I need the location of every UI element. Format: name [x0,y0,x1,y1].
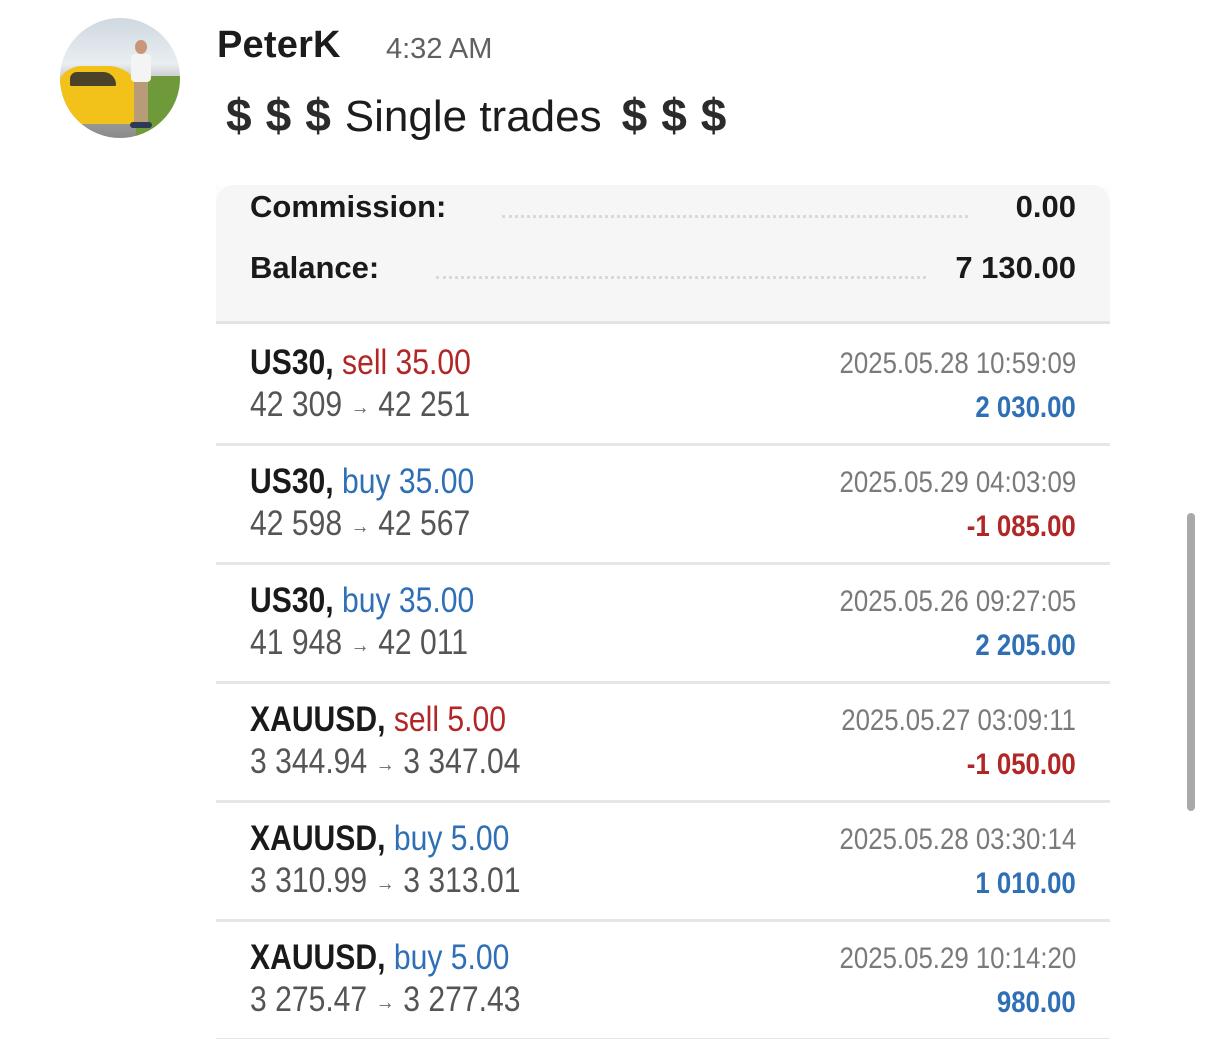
message-text: $ $ $ Single trades $ $ $ [226,88,726,142]
trade-open-price: 3 344.94 [250,742,368,781]
trade-row: XAUUSD, buy 5.00 3 310.99 → 3 313.01 2025.… [216,803,1110,922]
trade-side: buy 35.00 [342,581,475,620]
dollar-icon: $ [305,89,331,141]
account-summary: Commission: 0.00 Balance: 7 130.00 [216,185,1110,324]
trade-side: buy 5.00 [393,938,510,977]
balance-row: Balance: 7 130.00 [250,250,1076,290]
trade-row: XAUUSD, sell 5.00 3 344.94 → 3 347.04 2025… [216,684,1110,803]
trade-datetime: 2025.05.29 04:03:09 [839,466,1076,499]
trade-side: buy 5.00 [393,819,510,858]
trade-close-price: 3 277.43 [403,980,521,1019]
dotted-leader [436,276,926,279]
arrow-right-icon: → [375,869,395,895]
trade-row: US30, buy 35.00 42 598 → 42 567 2025.05.29… [216,446,1110,565]
trade-symbol: XAUUSD, [250,819,386,858]
dollar-icon: $ [661,89,687,141]
trade-close-price: 42 567 [378,504,471,543]
trade-profit: 1 010.00 [975,867,1076,900]
arrow-right-icon: → [350,393,370,419]
trade-row: XAUUSD, buy 5.00 3 275.47 → 3 277.43 2025.… [216,922,1110,1039]
trade-open-price: 3 310.99 [250,861,368,900]
balance-value: 7 130.00 [955,250,1076,285]
trade-datetime: 2025.05.27 03:09:11 [841,704,1076,737]
trade-close-price: 42 251 [378,385,471,424]
trade-close-price: 3 313.01 [403,861,521,900]
trade-datetime: 2025.05.28 10:59:09 [839,347,1076,380]
trade-close-price: 3 347.04 [403,742,521,781]
commission-value: 0.00 [1015,189,1076,224]
arrow-right-icon: → [375,750,395,776]
avatar-photo-person [130,40,152,128]
arrow-right-icon: → [375,988,395,1014]
avatar-photo-car-window [70,72,116,86]
trade-symbol: US30, [250,343,334,382]
trade-symbol: US30, [250,581,334,620]
trade-symbol: XAUUSD, [250,700,386,739]
trade-open-price: 3 275.47 [250,980,368,1019]
trade-datetime: 2025.05.29 10:14:20 [839,942,1076,975]
trade-open-price: 41 948 [250,623,343,662]
trade-datetime: 2025.05.28 03:30:14 [839,823,1076,856]
trade-profit: -1 085.00 [966,510,1076,543]
scrollbar-thumb[interactable] [1187,513,1195,811]
trade-row: US30, buy 35.00 41 948 → 42 011 2025.05.26… [216,565,1110,684]
dollar-icon: $ [621,89,648,141]
trade-side: buy 35.00 [342,462,475,501]
arrow-right-icon: → [350,631,370,657]
trade-close-price: 42 011 [378,623,469,662]
trade-open-price: 42 309 [250,385,343,424]
dotted-leader [502,215,968,218]
author-avatar[interactable] [60,18,180,138]
dollar-icon: $ [226,89,252,141]
dollar-icon: $ [265,89,292,141]
trade-row: US30, sell 35.00 42 309 → 42 251 2025.05.2… [216,327,1110,446]
trade-symbol: US30, [250,462,334,501]
dollar-icon: $ [700,89,727,141]
trade-profit: 2 030.00 [975,391,1076,424]
balance-label: Balance: [250,250,380,285]
trade-open-price: 42 598 [250,504,343,543]
trade-datetime: 2025.05.26 09:27:05 [839,585,1076,618]
message-body: Single trades [344,92,602,141]
trade-profit: 2 205.00 [975,629,1076,662]
trade-profit: 980.00 [997,986,1076,1019]
message-timestamp[interactable]: 4:32 AM [386,33,492,66]
trade-profit: -1 050.00 [966,748,1076,781]
arrow-right-icon: → [350,512,370,538]
trade-side: sell 35.00 [342,343,471,382]
image-attachment[interactable]: Commission: 0.00 Balance: 7 130.00 US30,… [216,185,1110,1039]
trade-side: sell 5.00 [393,700,506,739]
commission-label: Commission: [250,189,447,224]
author-name[interactable]: PeterK [217,24,341,67]
commission-row: Commission: 0.00 [250,189,1076,229]
trade-symbol: XAUUSD, [250,938,386,977]
